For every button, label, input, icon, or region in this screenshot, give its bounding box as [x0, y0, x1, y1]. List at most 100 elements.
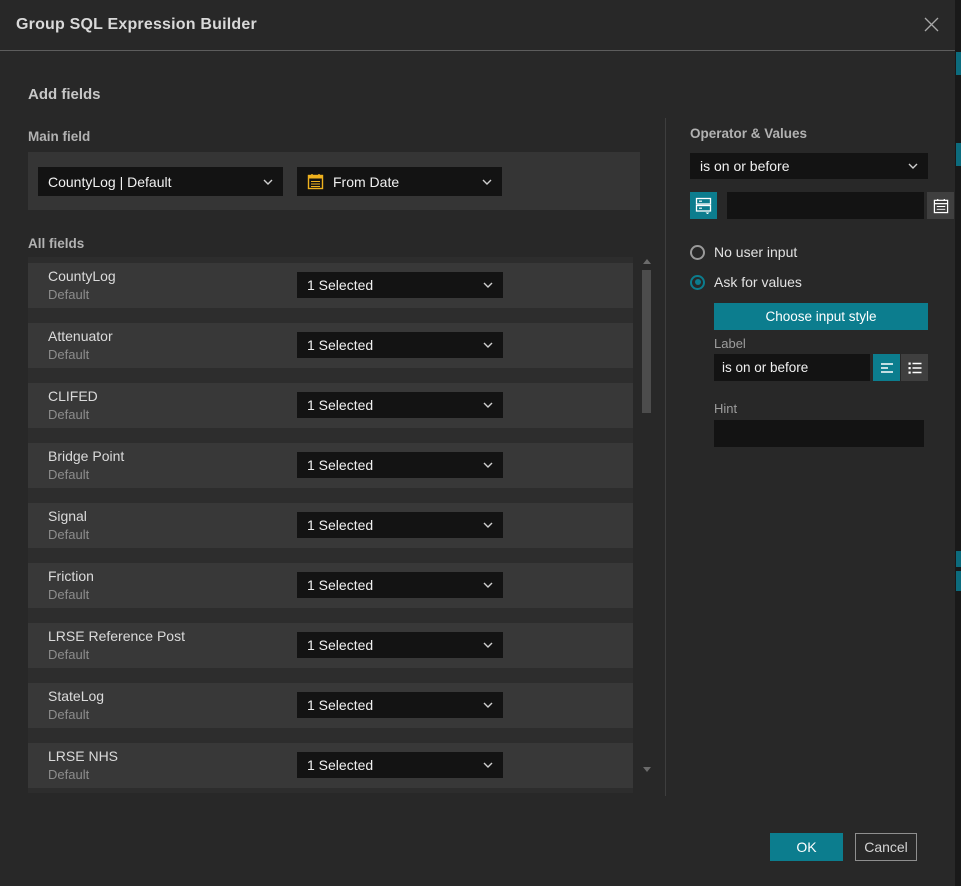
align-left-icon[interactable]	[873, 354, 900, 381]
operator-values-heading: Operator & Values	[690, 126, 807, 141]
field-row-countylog: CountyLog Default 1 Selected	[28, 263, 633, 308]
label-input[interactable]	[714, 354, 870, 381]
add-fields-heading: Add fields	[28, 86, 101, 103]
field-row-lrse-nhs: LRSE NHS Default 1 Selected	[28, 743, 633, 788]
main-field-label: Main field	[28, 129, 90, 144]
selected-count: 1 Selected	[307, 457, 477, 473]
field-row-lrse-reference-post: LRSE Reference Post Default 1 Selected	[28, 623, 633, 668]
field-name: LRSE NHS	[48, 748, 118, 764]
field-selected-dropdown[interactable]: 1 Selected	[297, 272, 503, 298]
hint-input[interactable]	[714, 420, 924, 447]
radio-ask-for-values[interactable]: Ask for values	[690, 274, 802, 290]
chevron-down-icon	[483, 642, 493, 648]
field-selected-dropdown[interactable]: 1 Selected	[297, 512, 503, 538]
field-name: CountyLog	[48, 268, 116, 284]
calendar-icon[interactable]	[927, 192, 954, 219]
chevron-down-icon	[483, 282, 493, 288]
label-caption: Label	[714, 336, 746, 351]
field-name: StateLog	[48, 688, 104, 704]
field-row-clifed: CLIFED Default 1 Selected	[28, 383, 633, 428]
hint-caption: Hint	[714, 401, 737, 416]
field-row-attenuator: Attenuator Default 1 Selected	[28, 323, 633, 368]
field-selected-dropdown[interactable]: 1 Selected	[297, 452, 503, 478]
scroll-up-icon[interactable]	[643, 259, 651, 264]
chevron-down-icon	[483, 342, 493, 348]
selected-count: 1 Selected	[307, 397, 477, 413]
close-icon[interactable]	[919, 14, 943, 38]
chevron-down-icon	[483, 702, 493, 708]
cancel-button[interactable]: Cancel	[855, 833, 917, 861]
field-subtitle: Default	[48, 287, 89, 302]
field-name: Bridge Point	[48, 448, 124, 464]
chevron-down-icon	[483, 462, 493, 468]
ok-button[interactable]: OK	[770, 833, 843, 861]
operator-select[interactable]: is on or before	[690, 153, 928, 179]
radio-unchecked-icon	[690, 245, 705, 260]
selected-count: 1 Selected	[307, 517, 477, 533]
dialog-title: Group SQL Expression Builder	[16, 16, 257, 34]
main-layer-select[interactable]: CountyLog | Default	[38, 167, 283, 196]
value-input-row	[690, 192, 928, 219]
field-name: CLIFED	[48, 388, 98, 404]
field-row-friction: Friction Default 1 Selected	[28, 563, 633, 608]
main-field-panel: CountyLog | Default From Date	[28, 152, 640, 210]
field-subtitle: Default	[48, 767, 89, 782]
selected-count: 1 Selected	[307, 337, 477, 353]
underlying-highlight	[956, 143, 961, 166]
field-selected-dropdown[interactable]: 1 Selected	[297, 752, 503, 778]
field-selected-dropdown[interactable]: 1 Selected	[297, 692, 503, 718]
chevron-down-icon	[263, 179, 273, 185]
field-selected-dropdown[interactable]: 1 Selected	[297, 632, 503, 658]
main-layer-select-value: CountyLog | Default	[48, 174, 257, 190]
group-sql-expression-builder-dialog: Group SQL Expression Builder Add fields …	[0, 0, 955, 886]
selected-count: 1 Selected	[307, 577, 477, 593]
all-fields-list: CountyLog Default 1 Selected Attenuator …	[28, 257, 633, 793]
field-row-signal: Signal Default 1 Selected	[28, 503, 633, 548]
selected-count: 1 Selected	[307, 697, 477, 713]
main-date-field-select[interactable]: From Date	[297, 167, 502, 196]
field-subtitle: Default	[48, 467, 89, 482]
field-subtitle: Default	[48, 587, 89, 602]
operator-select-value: is on or before	[700, 158, 902, 174]
selected-count: 1 Selected	[307, 637, 477, 653]
field-row-bridge-point: Bridge Point Default 1 Selected	[28, 443, 633, 488]
chevron-down-icon	[483, 762, 493, 768]
main-date-field-value: From Date	[333, 174, 476, 190]
calendar-icon	[307, 173, 324, 190]
field-row-statelog: StateLog Default 1 Selected	[28, 683, 633, 728]
panel-divider	[665, 118, 666, 796]
field-name: Attenuator	[48, 328, 113, 344]
fields-list-scrollbar[interactable]	[640, 255, 653, 775]
underlying-highlight	[956, 571, 961, 591]
scroll-down-icon[interactable]	[643, 767, 651, 772]
selected-count: 1 Selected	[307, 757, 477, 773]
dialog-header: Group SQL Expression Builder	[0, 0, 955, 51]
choose-input-style-button[interactable]: Choose input style	[714, 303, 928, 330]
field-name: Friction	[48, 568, 94, 584]
field-selected-dropdown[interactable]: 1 Selected	[297, 332, 503, 358]
radio-no-user-input[interactable]: No user input	[690, 244, 797, 260]
field-subtitle: Default	[48, 527, 89, 542]
field-subtitle: Default	[48, 707, 89, 722]
underlying-highlight	[956, 551, 961, 567]
field-selected-dropdown[interactable]: 1 Selected	[297, 392, 503, 418]
selected-count: 1 Selected	[307, 277, 477, 293]
radio-checked-icon	[690, 275, 705, 290]
chevron-down-icon	[908, 163, 918, 169]
field-name: Signal	[48, 508, 87, 524]
bullet-list-icon[interactable]	[901, 354, 928, 381]
all-fields-label: All fields	[28, 236, 84, 251]
underlying-page-strip	[955, 0, 961, 886]
field-name: LRSE Reference Post	[48, 628, 185, 644]
radio-label: No user input	[714, 244, 797, 260]
field-subtitle: Default	[48, 347, 89, 362]
stacked-values-icon[interactable]	[690, 192, 717, 219]
date-value-input[interactable]	[727, 192, 924, 219]
chevron-down-icon	[483, 522, 493, 528]
underlying-highlight	[956, 52, 961, 75]
field-selected-dropdown[interactable]: 1 Selected	[297, 572, 503, 598]
field-subtitle: Default	[48, 647, 89, 662]
scrollbar-thumb[interactable]	[642, 270, 651, 413]
radio-label: Ask for values	[714, 274, 802, 290]
chevron-down-icon	[482, 179, 492, 185]
